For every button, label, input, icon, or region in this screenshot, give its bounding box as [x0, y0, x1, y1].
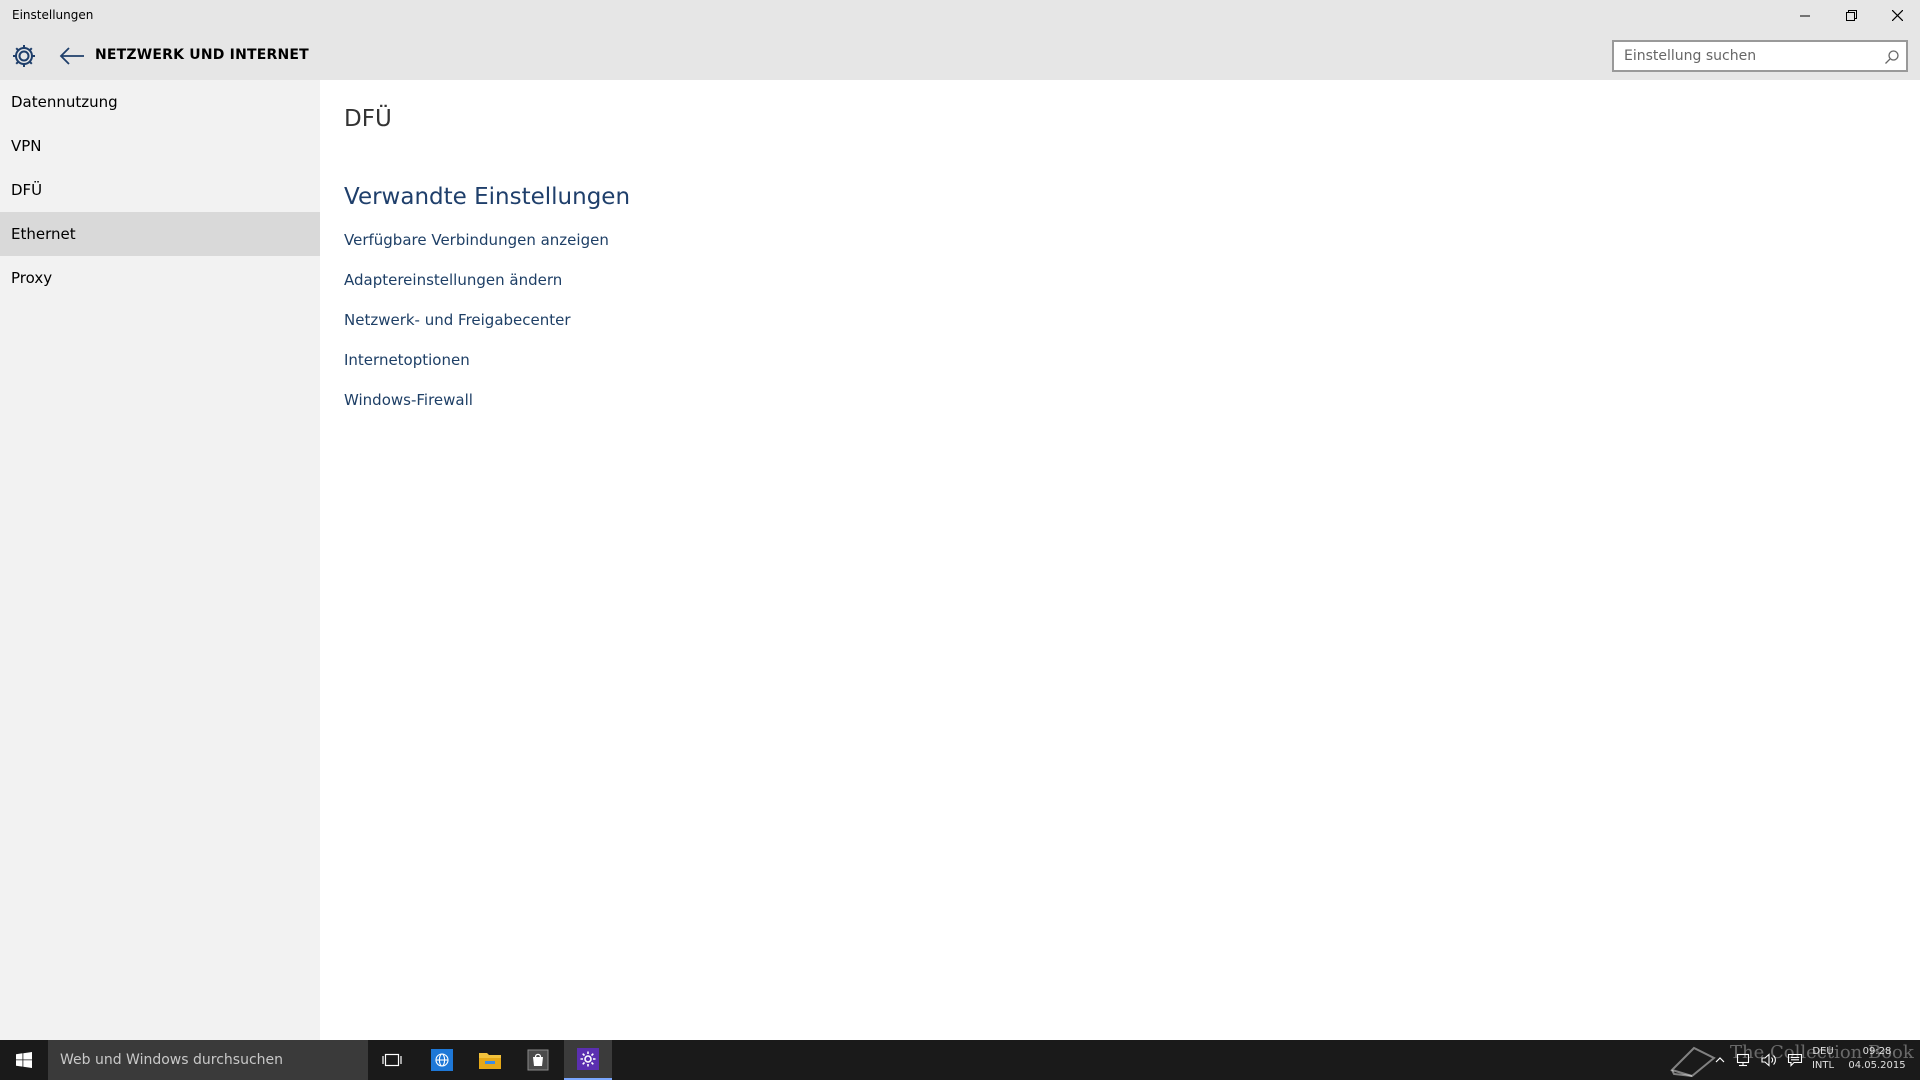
close-icon — [1891, 10, 1903, 21]
tray-overflow-button[interactable] — [1708, 1040, 1732, 1080]
link-adapter-settings[interactable]: Adaptereinstellungen ändern — [344, 271, 562, 289]
window-title: Einstellungen — [12, 8, 94, 22]
settings-search-box[interactable] — [1612, 40, 1908, 72]
browser-button[interactable] — [418, 1040, 466, 1080]
sidebar-item-dfue[interactable]: DFÜ — [0, 168, 320, 212]
restore-button[interactable] — [1828, 0, 1874, 31]
volume-icon — [1761, 1053, 1776, 1067]
sidebar-item-proxy[interactable]: Proxy — [0, 256, 320, 300]
settings-taskbar-button[interactable] — [564, 1040, 612, 1080]
settings-search-input[interactable] — [1624, 42, 1874, 70]
minimize-icon — [1800, 15, 1810, 16]
file-explorer-icon — [479, 1053, 501, 1069]
link-internet-options[interactable]: Internetoptionen — [344, 351, 470, 369]
chevron-up-icon — [1715, 1057, 1725, 1063]
browser-icon — [431, 1049, 453, 1071]
page-title: DFÜ — [344, 106, 392, 132]
windows-logo-icon — [16, 1052, 32, 1068]
clock-date: 04.05.2015 — [1848, 1060, 1906, 1071]
settings-icon — [577, 1048, 599, 1070]
store-button[interactable] — [514, 1040, 562, 1080]
file-explorer-button[interactable] — [466, 1040, 514, 1080]
section-title: NETZWERK UND INTERNET — [95, 47, 309, 63]
minimize-button[interactable] — [1782, 0, 1828, 31]
sidebar-item-vpn[interactable]: VPN — [0, 124, 320, 168]
link-windows-firewall[interactable]: Windows-Firewall — [344, 391, 473, 409]
link-network-sharing-center[interactable]: Netzwerk- und Freigabecenter — [344, 311, 571, 329]
network-tray-button[interactable] — [1730, 1040, 1756, 1080]
network-icon — [1736, 1053, 1750, 1067]
task-view-icon — [382, 1053, 402, 1067]
task-view-button[interactable] — [368, 1040, 416, 1080]
taskbar: Web und Windows durchsuchen The Collecti… — [0, 1040, 1920, 1080]
input-language-indicator[interactable]: DEU INTL — [1810, 1045, 1836, 1073]
volume-tray-button[interactable] — [1756, 1040, 1782, 1080]
clock-time: 09:28 — [1862, 1046, 1892, 1057]
notifications-tray-button[interactable] — [1782, 1040, 1808, 1080]
sidebar-item-datennutzung[interactable]: Datennutzung — [0, 80, 320, 124]
language-code: DEU — [1812, 1046, 1834, 1057]
close-button[interactable] — [1874, 0, 1920, 31]
link-available-connections[interactable]: Verfügbare Verbindungen anzeigen — [344, 231, 609, 249]
back-arrow-icon[interactable] — [58, 44, 86, 68]
store-icon — [527, 1049, 549, 1071]
restore-icon — [1845, 10, 1857, 21]
gear-icon — [13, 45, 35, 67]
sidebar: Datennutzung VPN DFÜ Ethernet Proxy — [0, 80, 320, 1040]
main-content: DFÜ Verwandte Einstellungen Verfügbare V… — [320, 80, 1920, 1040]
action-center-icon — [1787, 1053, 1803, 1067]
taskbar-search-placeholder: Web und Windows durchsuchen — [60, 1052, 284, 1068]
sidebar-item-ethernet[interactable]: Ethernet — [0, 212, 320, 256]
keyboard-layout: INTL — [1811, 1060, 1835, 1071]
taskbar-search-box[interactable]: Web und Windows durchsuchen — [48, 1040, 368, 1080]
related-settings-heading: Verwandte Einstellungen — [344, 184, 631, 210]
settings-header: NETZWERK UND INTERNET — [0, 31, 1920, 80]
clock[interactable]: 09:28 04.05.2015 — [1840, 1045, 1914, 1073]
title-bar: Einstellungen — [0, 0, 1920, 31]
search-icon[interactable] — [1884, 49, 1900, 65]
start-button[interactable] — [0, 1040, 48, 1080]
